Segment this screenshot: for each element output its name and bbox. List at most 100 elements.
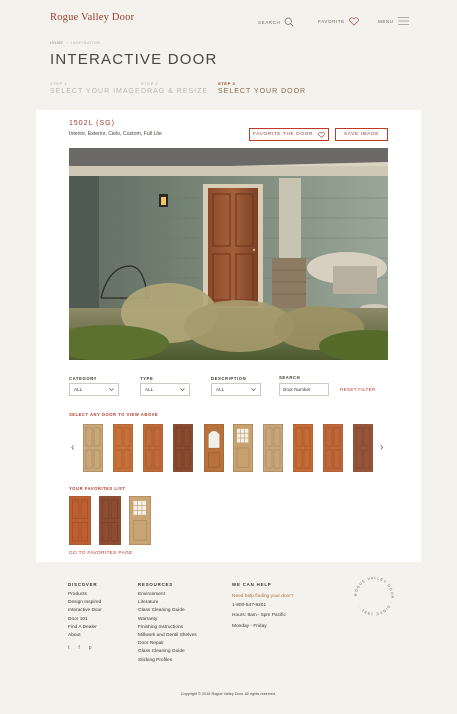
- favorite-door-label: FAVORITE THE DOOR: [252, 132, 314, 137]
- door-thumbnail[interactable]: [112, 423, 134, 473]
- step-label: DRAG & RESIZE: [141, 88, 209, 95]
- heart-icon: [318, 131, 325, 138]
- chevron-down-icon: [109, 388, 114, 391]
- step-2[interactable]: STEP 2 DRAG & RESIZE: [141, 81, 208, 95]
- footer-link[interactable]: Warranty: [138, 616, 197, 624]
- footer-link[interactable]: Door Repair: [138, 640, 197, 648]
- logo[interactable]: Rogue Valley Door: [50, 12, 134, 23]
- breadcrumb-home[interactable]: HOME: [50, 41, 63, 45]
- house-preview-image[interactable]: [69, 148, 388, 360]
- since-seal-badge: ROGUE VALLEY DOOR · SINCE 1981 ·: [354, 576, 394, 616]
- select-door-heading: SELECT ANY DOOR TO VIEW ABOVE: [69, 412, 159, 417]
- copyright: Copyright © 2016 Rogue Valley Door. All …: [180, 692, 277, 696]
- help-phone[interactable]: 1-800-547-9201: [232, 601, 294, 610]
- type-value: ALL: [145, 387, 154, 392]
- twitter-icon[interactable]: t: [68, 645, 69, 651]
- footer-link[interactable]: Sticking Profiles: [138, 657, 197, 665]
- step-number: STEP 3: [218, 81, 236, 86]
- save-image-button[interactable]: SAVE IMAGE: [335, 128, 388, 141]
- door-number-search-input[interactable]: Door Number: [279, 383, 329, 396]
- breadcrumb-current: INSPIRATION: [71, 41, 101, 45]
- footer-link[interactable]: Door 101: [68, 616, 102, 624]
- breadcrumb: HOME › INSPIRATION: [50, 41, 101, 45]
- footer-link[interactable]: About: [68, 632, 102, 640]
- footer-link[interactable]: Interactive Door: [68, 607, 102, 615]
- footer-discover-links: Products Design Inspired Interactive Doo…: [68, 591, 102, 640]
- breadcrumb-separator: ›: [66, 41, 69, 45]
- footer-link[interactable]: Literature: [138, 599, 197, 607]
- favorites-heading: YOUR FAVORITES LIST: [69, 486, 126, 491]
- search-icon: [285, 17, 294, 27]
- footer-link[interactable]: Finishing Instructions: [138, 624, 197, 632]
- favorite-door-thumbnail[interactable]: [128, 495, 152, 546]
- help-prompt: Need help finding your door?: [232, 594, 294, 599]
- search-nav[interactable]: SEARCH: [258, 17, 294, 27]
- favorite-door-button[interactable]: FAVORITE THE DOOR: [249, 128, 329, 141]
- footer-link[interactable]: Millwork and Dentil Shelves: [138, 632, 197, 640]
- door-thumbnail[interactable]: [142, 423, 164, 473]
- favorite-nav[interactable]: FAVORITE: [318, 17, 359, 26]
- search-label: SEARCH: [258, 19, 281, 25]
- door-thumbnail[interactable]: [172, 423, 194, 473]
- footer-link[interactable]: Find A Dealer: [68, 624, 102, 632]
- porch-scene: [69, 148, 388, 360]
- type-label: TYPE: [140, 376, 154, 381]
- step-1[interactable]: STEP 1 SELECT YOUR IMAGE: [50, 81, 141, 95]
- facebook-icon[interactable]: f: [78, 645, 79, 651]
- door-thumbnail[interactable]: [203, 423, 225, 473]
- door-thumbnail[interactable]: [292, 423, 314, 473]
- step-3[interactable]: STEP 3 SELECT YOUR DOOR: [218, 81, 306, 95]
- hamburger-icon: [397, 17, 409, 25]
- footer-resources-heading: RESOURCES: [138, 582, 174, 587]
- footer-link[interactable]: Glass Cleaning Guide: [138, 648, 197, 656]
- door-thumbnail[interactable]: [352, 423, 374, 473]
- chevron-down-icon: [251, 388, 256, 391]
- footer-help-heading: WE CAN HELP: [232, 582, 272, 587]
- category-value: ALL: [74, 387, 83, 392]
- footer-link[interactable]: Environment: [138, 591, 197, 599]
- reset-filter-link[interactable]: RESET FILTER: [340, 387, 376, 392]
- footer-link[interactable]: Products: [68, 591, 102, 599]
- footer-resources-links: Environment Literature Glass Cleaning Gu…: [138, 591, 197, 665]
- help-hours: Hours: 8am - 5pm Pacific: [232, 613, 286, 619]
- step-number: STEP 2: [141, 81, 159, 86]
- favorite-label: FAVORITE: [318, 19, 345, 24]
- footer-help-block: Need help finding your door? 1-800-547-9…: [232, 592, 294, 631]
- carousel-prev-button[interactable]: ‹: [71, 442, 74, 453]
- door-number-placeholder: Door Number: [283, 387, 311, 392]
- chevron-down-icon: [180, 388, 185, 391]
- step-number: STEP 1: [50, 81, 68, 86]
- footer-link[interactable]: Design Inspired: [68, 599, 102, 607]
- carousel-next-button[interactable]: ›: [380, 442, 383, 453]
- page-title: INTERACTIVE DOOR: [50, 51, 218, 68]
- door-tags: Interior, Exterior, Cielo, Custom, Full …: [69, 131, 162, 137]
- search-filter-label: SEARCH: [279, 375, 301, 380]
- menu-nav[interactable]: MENU: [378, 17, 409, 25]
- favorite-door-thumbnail[interactable]: [68, 495, 92, 546]
- menu-label: MENU: [378, 18, 394, 24]
- door-code: 1502L (SG): [69, 120, 115, 127]
- category-select[interactable]: ALL: [69, 383, 119, 396]
- door-thumbnail[interactable]: [232, 423, 254, 473]
- step-label: SELECT YOUR DOOR: [218, 88, 307, 95]
- door-thumbnail[interactable]: [322, 423, 344, 473]
- footer-link[interactable]: Glass Cleaning Guide: [138, 607, 197, 615]
- help-days: Monday - Friday: [232, 623, 267, 629]
- pinterest-icon[interactable]: p: [89, 645, 92, 651]
- description-label: DESCRIPTION: [211, 376, 247, 381]
- seal-text: ROGUE VALLEY DOOR · SINCE 1981 ·: [354, 576, 393, 616]
- step-label: SELECT YOUR IMAGE: [50, 88, 141, 95]
- favorite-door-thumbnail[interactable]: [98, 495, 122, 546]
- footer-discover-heading: DISCOVER: [68, 582, 98, 587]
- svg-text:ROGUE VALLEY DOOR · SINCE 1981: ROGUE VALLEY DOOR · SINCE 1981 ·: [354, 576, 394, 616]
- social-links: t f p: [68, 645, 92, 651]
- type-select[interactable]: ALL: [140, 383, 190, 396]
- save-image-label: SAVE IMAGE: [343, 132, 380, 137]
- go-to-favorites-link[interactable]: GO TO FAVORITES PAGE: [69, 551, 133, 556]
- heart-icon: [349, 17, 359, 26]
- description-select[interactable]: ALL: [211, 383, 261, 396]
- category-label: CATEGORY: [69, 376, 98, 381]
- door-thumbnail[interactable]: [262, 423, 284, 473]
- door-thumbnail[interactable]: [82, 423, 104, 473]
- description-value: ALL: [216, 387, 225, 392]
